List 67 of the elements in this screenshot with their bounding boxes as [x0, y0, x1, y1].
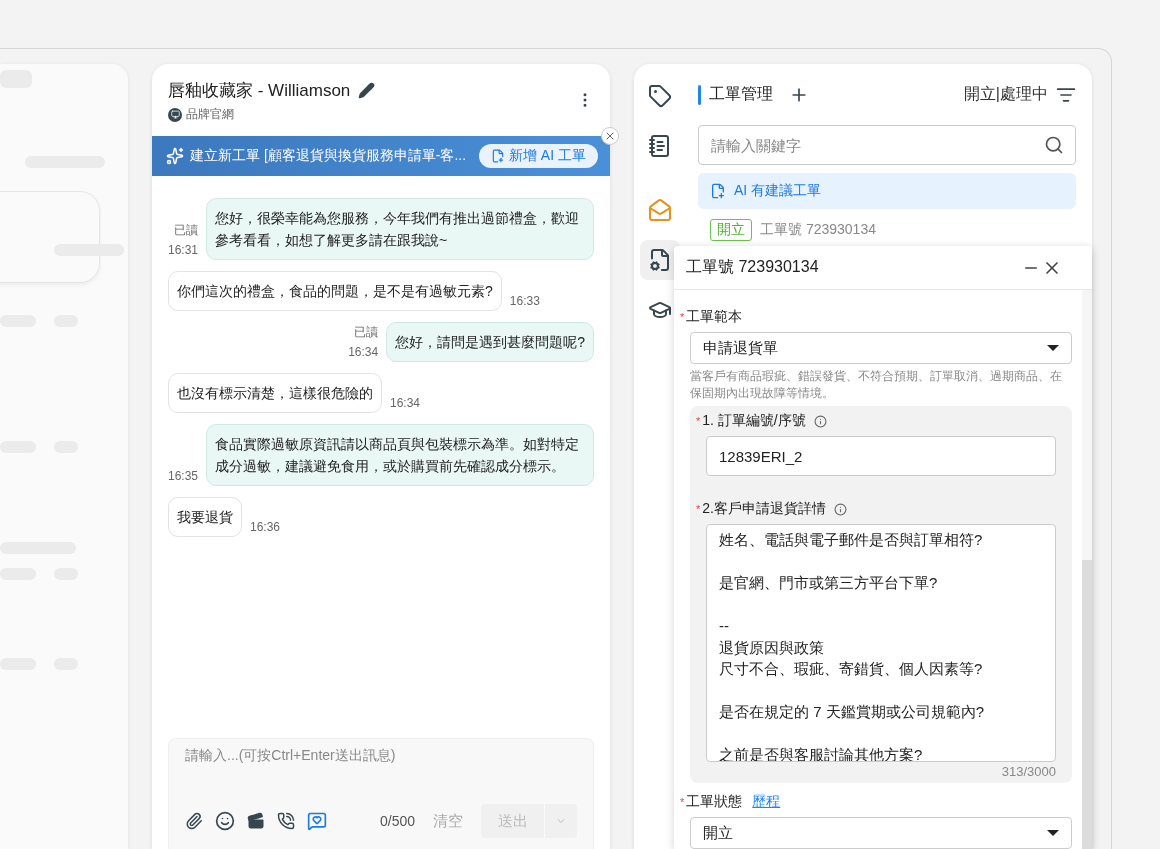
field-label: 工單狀態 [686, 793, 743, 811]
new-ai-ticket-button[interactable]: 新增 AI 工單 [479, 144, 598, 168]
field-label: 工單範本 [686, 308, 743, 326]
read-label: 已讀 [354, 324, 379, 341]
message-bubble: 你們這次的禮盒，食品的問題，是不是有過敏元素? [168, 271, 502, 311]
required-mark: * [680, 311, 685, 323]
details-line: 尺寸不合、瑕疵、寄錯貨、個人因素等? [719, 659, 984, 679]
message-time: 16:36 [250, 519, 281, 536]
message-input[interactable]: 請輸入...(可按Ctrl+Enter送出訊息) [185, 747, 577, 763]
info-icon [813, 414, 827, 428]
clapperboard-icon[interactable] [247, 812, 265, 830]
status-tag: 開立 [710, 219, 752, 241]
required-mark: * [680, 796, 685, 808]
message-bubble: 也沒有標示清楚，這樣很危險的 [168, 373, 382, 413]
message-time: 16:34 [390, 395, 421, 412]
document-gear-icon [648, 248, 672, 272]
info-icon [833, 502, 847, 516]
details-line: 退貨原因與政策 [719, 637, 825, 658]
notebook-icon [648, 134, 672, 158]
envelope-icon [648, 198, 672, 222]
read-label: 已讀 [174, 222, 199, 239]
ai-suggestion-button[interactable]: AI 有建議工單 [698, 173, 1076, 209]
details-line: 是否在規定的 7 天鑑賞期或公司規範內? [719, 702, 986, 722]
search-field[interactable]: 請輸入關鍵字 [698, 125, 1076, 165]
details-line: 是官網、門市或第三方平台下單? [719, 573, 939, 593]
message-bubble: 您好，請問是遇到甚麼問題呢? [386, 322, 594, 362]
edit-icon[interactable] [358, 82, 376, 99]
banner-text: 建立新工單 [顧客退貨與換貨服務申請單-客... [190, 147, 468, 165]
accent-bar [698, 84, 701, 105]
channel-label: 品牌官網 [186, 106, 234, 123]
history-link[interactable]: 歷程 [752, 793, 781, 811]
message-bubble: 食品實際過敏原資訊請以商品頁與包裝標示為準。如對特定成分過敏，建議避免食用，或於購買前先確認成分標示。 [206, 424, 594, 486]
details-line: -- [719, 616, 730, 636]
field-label: 1. 訂單編號/序號 [702, 412, 806, 430]
message-time: 16:34 [348, 344, 379, 361]
character-count: 313/3000 [1001, 764, 1056, 779]
message-time: 16:31 [168, 242, 199, 259]
close-icon [604, 130, 616, 142]
ticket-number: 工單號 723930134 [760, 221, 876, 239]
message-bubble: 您好，很榮幸能為您服務，今年我們有推出過節禮盒，歡迎參考看看，如想了解更多請在跟我說~ [206, 198, 594, 260]
character-count: 0/500 [379, 813, 415, 829]
template-select[interactable]: 申請退貨單 [690, 332, 1072, 364]
required-mark: * [696, 503, 701, 515]
status-select[interactable]: 開立 [690, 817, 1072, 849]
sparkles-icon [166, 147, 184, 165]
message-time: 16:35 [168, 468, 199, 485]
template-help: 當客戶有商品瑕疵、錯誤發貨、不符合預期、訂單取消、過期商品、在保固期內出現故障等情境。 [690, 368, 1063, 402]
section-title: 工單管理 [709, 84, 773, 104]
file-plus-icon [710, 183, 726, 199]
phone-icon[interactable] [277, 812, 295, 830]
field-label: 2.客戶申請退貨詳情 [702, 500, 826, 518]
chat-title: 唇釉收藏家 - Williamson [168, 80, 351, 102]
message-time: 16:33 [509, 293, 540, 310]
close-button[interactable] [601, 127, 619, 145]
required-mark: * [696, 415, 701, 427]
order-number-field[interactable]: 12839ERI_2 [706, 436, 1056, 476]
emoji-icon[interactable] [215, 811, 235, 831]
details-line: 姓名、電話與電子郵件是否與訂單相符? [719, 530, 984, 550]
filter-label[interactable]: 開立|處理中 [963, 84, 1048, 105]
tag-icon [648, 84, 672, 108]
message-bubble: 我要退貨 [168, 497, 242, 537]
attachment-icon[interactable] [185, 812, 203, 830]
file-plus-icon [491, 149, 505, 163]
search-icon[interactable] [1044, 135, 1064, 155]
monitor-icon [168, 107, 182, 122]
heart-message-icon[interactable] [307, 811, 327, 831]
dialog-title: 工單號 723930134 [686, 257, 819, 277]
